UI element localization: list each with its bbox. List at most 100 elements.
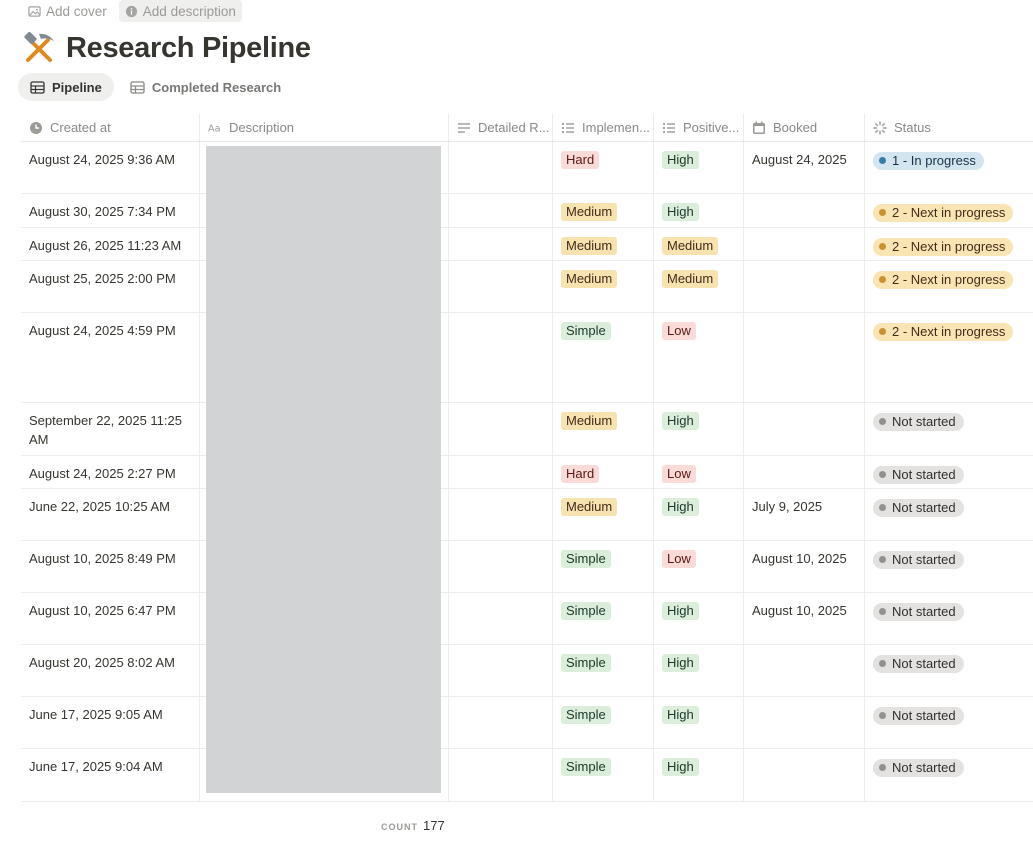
add-description-button[interactable]: Add description (118, 0, 242, 22)
status-cell[interactable]: Not started (865, 456, 1033, 488)
booked-cell[interactable]: August 10, 2025 (744, 541, 865, 592)
booked-cell[interactable]: August 10, 2025 (744, 593, 865, 644)
created-at-cell[interactable]: August 20, 2025 8:02 AM (21, 645, 200, 696)
positive-cell[interactable]: High (654, 697, 744, 748)
detailed-research-cell[interactable] (449, 456, 553, 488)
booked-cell[interactable] (744, 697, 865, 748)
table-row[interactable]: August 24, 2025 2:27 PM Hard Low Not starte… (21, 456, 1033, 489)
table-row[interactable]: August 20, 2025 8:02 AM Simple High Not sta… (21, 645, 1033, 697)
detailed-research-cell[interactable] (449, 697, 553, 748)
positive-cell[interactable]: High (654, 489, 744, 540)
table-row[interactable]: June 17, 2025 9:05 AM Simple High Not start… (21, 697, 1033, 749)
created-at-cell[interactable]: June 17, 2025 9:04 AM (21, 749, 200, 801)
tab-pipeline[interactable]: Pipeline (18, 73, 114, 101)
status-cell[interactable]: Not started (865, 697, 1033, 748)
detailed-research-cell[interactable] (449, 541, 553, 592)
status-cell[interactable]: Not started (865, 403, 1033, 455)
status-cell[interactable]: 1 - In progress (865, 142, 1033, 193)
detailed-research-cell[interactable] (449, 194, 553, 227)
detailed-research-cell[interactable] (449, 142, 553, 193)
column-header-detailed-research[interactable]: Detailed R... (449, 114, 553, 141)
detailed-research-cell[interactable] (449, 261, 553, 312)
table-row[interactable]: August 24, 2025 9:36 AM Hard High August 24… (21, 142, 1033, 194)
created-at-cell[interactable]: August 24, 2025 2:27 PM (21, 456, 200, 488)
booked-cell[interactable] (744, 456, 865, 488)
implementation-cell[interactable]: Simple (553, 697, 654, 748)
booked-cell[interactable] (744, 228, 865, 260)
detailed-research-cell[interactable] (449, 645, 553, 696)
implementation-cell[interactable]: Hard (553, 142, 654, 193)
detailed-research-cell[interactable] (449, 749, 553, 801)
implementation-cell[interactable]: Simple (553, 541, 654, 592)
table-row[interactable]: August 26, 2025 11:23 AM Medium Medium 2 - … (21, 228, 1033, 261)
table-row[interactable]: June 22, 2025 10:25 AM Medium High July 9, … (21, 489, 1033, 541)
created-at-cell[interactable]: June 22, 2025 10:25 AM (21, 489, 200, 540)
column-header-status[interactable]: Status (865, 114, 1033, 141)
positive-cell[interactable]: High (654, 749, 744, 801)
table-row[interactable]: June 17, 2025 9:04 AM Simple High Not start… (21, 749, 1033, 802)
row-count[interactable]: COUNT 177 (381, 818, 445, 833)
implementation-cell[interactable]: Simple (553, 645, 654, 696)
positive-cell[interactable]: Low (654, 541, 744, 592)
created-at-cell[interactable]: August 24, 2025 9:36 AM (21, 142, 200, 193)
status-cell[interactable]: Not started (865, 645, 1033, 696)
table-row[interactable]: August 24, 2025 4:59 PM Simple Low 2 - Next… (21, 313, 1033, 403)
created-at-cell[interactable]: August 25, 2025 2:00 PM (21, 261, 200, 312)
positive-cell[interactable]: Low (654, 313, 744, 402)
column-header-positive[interactable]: Positive... (654, 114, 744, 141)
add-cover-button[interactable]: Add cover (22, 0, 113, 22)
implementation-cell[interactable]: Medium (553, 489, 654, 540)
positive-cell[interactable]: Medium (654, 261, 744, 312)
status-cell[interactable]: 2 - Next in progress (865, 194, 1033, 227)
status-cell[interactable]: 2 - Next in progress (865, 228, 1033, 260)
positive-cell[interactable]: Medium (654, 228, 744, 260)
detailed-research-cell[interactable] (449, 228, 553, 260)
created-at-cell[interactable]: August 26, 2025 11:23 AM (21, 228, 200, 260)
booked-cell[interactable] (744, 749, 865, 801)
column-header-booked[interactable]: Booked (744, 114, 865, 141)
column-header-description[interactable]: Aa Description (200, 114, 449, 141)
booked-cell[interactable] (744, 313, 865, 402)
implementation-cell[interactable]: Simple (553, 593, 654, 644)
table-row[interactable]: August 10, 2025 8:49 PM Simple Low August 1… (21, 541, 1033, 593)
positive-cell[interactable]: High (654, 142, 744, 193)
booked-cell[interactable] (744, 403, 865, 455)
status-cell[interactable]: Not started (865, 489, 1033, 540)
positive-cell[interactable]: Low (654, 456, 744, 488)
implementation-cell[interactable]: Simple (553, 749, 654, 801)
table-row[interactable]: September 22, 2025 11:25 AM Medium High Not… (21, 403, 1033, 456)
created-at-cell[interactable]: August 30, 2025 7:34 PM (21, 194, 200, 227)
implementation-cell[interactable]: Medium (553, 403, 654, 455)
positive-cell[interactable]: High (654, 194, 744, 227)
booked-cell[interactable]: August 24, 2025 (744, 142, 865, 193)
created-at-cell[interactable]: August 10, 2025 6:47 PM (21, 593, 200, 644)
hammer-and-pick-icon[interactable] (22, 31, 56, 65)
created-at-cell[interactable]: June 17, 2025 9:05 AM (21, 697, 200, 748)
table-row[interactable]: August 10, 2025 6:47 PM Simple High August … (21, 593, 1033, 645)
created-at-cell[interactable]: August 10, 2025 8:49 PM (21, 541, 200, 592)
column-header-implementation[interactable]: Implemen... (553, 114, 654, 141)
created-at-cell[interactable]: August 24, 2025 4:59 PM (21, 313, 200, 402)
implementation-cell[interactable]: Medium (553, 261, 654, 312)
booked-cell[interactable] (744, 261, 865, 312)
implementation-cell[interactable]: Medium (553, 194, 654, 227)
detailed-research-cell[interactable] (449, 489, 553, 540)
table-row[interactable]: August 30, 2025 7:34 PM Medium High 2 - Nex… (21, 194, 1033, 228)
implementation-cell[interactable]: Medium (553, 228, 654, 260)
booked-cell[interactable] (744, 645, 865, 696)
booked-cell[interactable] (744, 194, 865, 227)
table-row[interactable]: August 25, 2025 2:00 PM Medium Medium 2 - N… (21, 261, 1033, 313)
detailed-research-cell[interactable] (449, 593, 553, 644)
detailed-research-cell[interactable] (449, 313, 553, 402)
booked-cell[interactable]: July 9, 2025 (744, 489, 865, 540)
status-cell[interactable]: Not started (865, 749, 1033, 801)
positive-cell[interactable]: High (654, 645, 744, 696)
implementation-cell[interactable]: Hard (553, 456, 654, 488)
created-at-cell[interactable]: September 22, 2025 11:25 AM (21, 403, 200, 455)
positive-cell[interactable]: High (654, 593, 744, 644)
status-cell[interactable]: Not started (865, 541, 1033, 592)
positive-cell[interactable]: High (654, 403, 744, 455)
implementation-cell[interactable]: Simple (553, 313, 654, 402)
column-header-created-at[interactable]: Created at (21, 114, 200, 141)
detailed-research-cell[interactable] (449, 403, 553, 455)
